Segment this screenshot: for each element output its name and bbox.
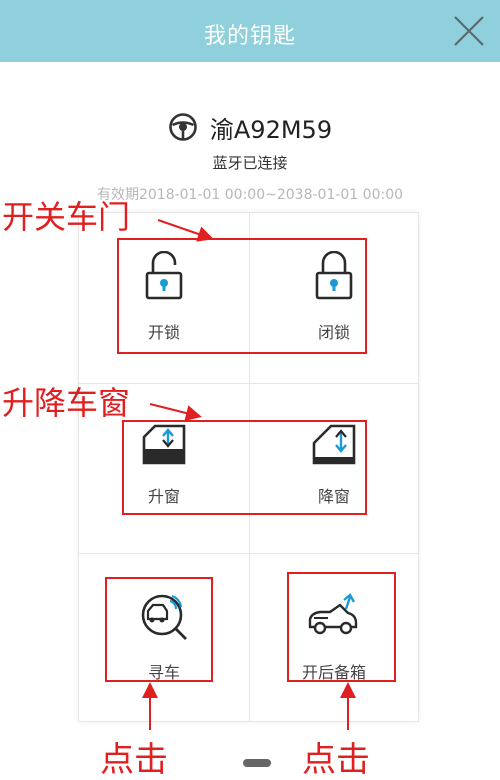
car-info: 渝A92M59 — [0, 110, 500, 144]
annotation-box-doors — [117, 238, 367, 354]
annotation-box-windows — [122, 420, 367, 515]
title-bar: 我的钥匙 — [0, 0, 500, 62]
license-plate: 渝A92M59 — [209, 115, 333, 144]
grid-divider — [79, 553, 418, 554]
annotation-doors: 开关车门 — [2, 198, 131, 236]
annotation-box-trunk — [287, 572, 396, 682]
key-page: 我的钥匙 渝A92M59 蓝牙已连接 有效期2018-01-01 00:00~2… — [0, 0, 500, 780]
steering-wheel-icon — [169, 113, 197, 141]
close-icon[interactable] — [452, 14, 486, 48]
annotation-box-find-car — [105, 577, 213, 682]
home-indicator[interactable] — [243, 759, 271, 767]
bluetooth-status: 蓝牙已连接 — [212, 154, 288, 172]
annotation-click-left: 点击 — [100, 740, 168, 780]
page-title: 我的钥匙 — [203, 24, 296, 49]
annotation-click-right: 点击 — [302, 740, 370, 780]
annotation-windows: 升降车窗 — [2, 384, 131, 422]
